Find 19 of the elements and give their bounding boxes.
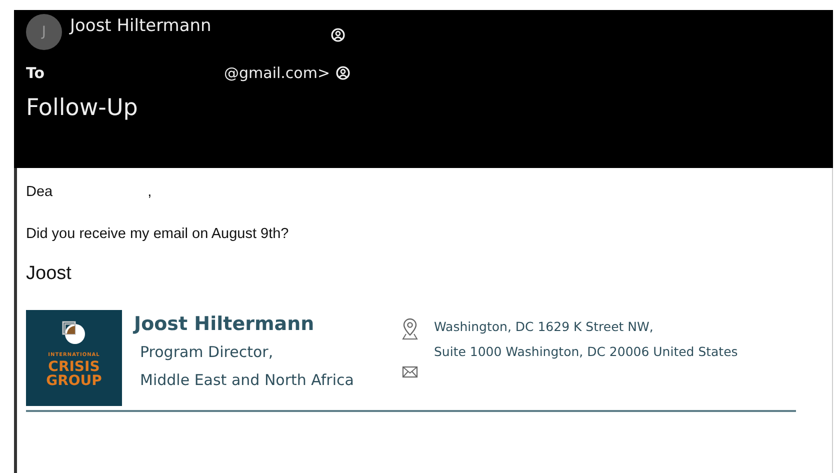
message-text: Did you receive my email on August 9th? (26, 224, 290, 244)
avatar: J (26, 14, 62, 50)
job-title: Program Director, (140, 342, 274, 362)
greeting-text: Dea (26, 183, 53, 202)
email-subject: Follow-Up (26, 94, 139, 122)
to-label: To (26, 63, 46, 84)
contact-icon (331, 28, 346, 42)
logo-icon (61, 320, 87, 346)
envelope-icon (402, 366, 418, 378)
address-text: Suite 1000 Washington, DC 20006 United States (434, 342, 738, 361)
contact-icon (336, 66, 350, 80)
signature-name: Joost Hiltermann (134, 312, 316, 337)
recipient-address: @gmail.com> (224, 63, 330, 84)
location-pin-icon (402, 318, 418, 340)
signoff-text: Joost (26, 262, 72, 286)
sender-name: Joost Hiltermann (70, 15, 212, 38)
greeting-comma: , (148, 183, 152, 202)
job-title: Middle East and North Africa (140, 370, 355, 391)
address-text: Washington, DC 1629 K Street NW, (434, 318, 654, 336)
